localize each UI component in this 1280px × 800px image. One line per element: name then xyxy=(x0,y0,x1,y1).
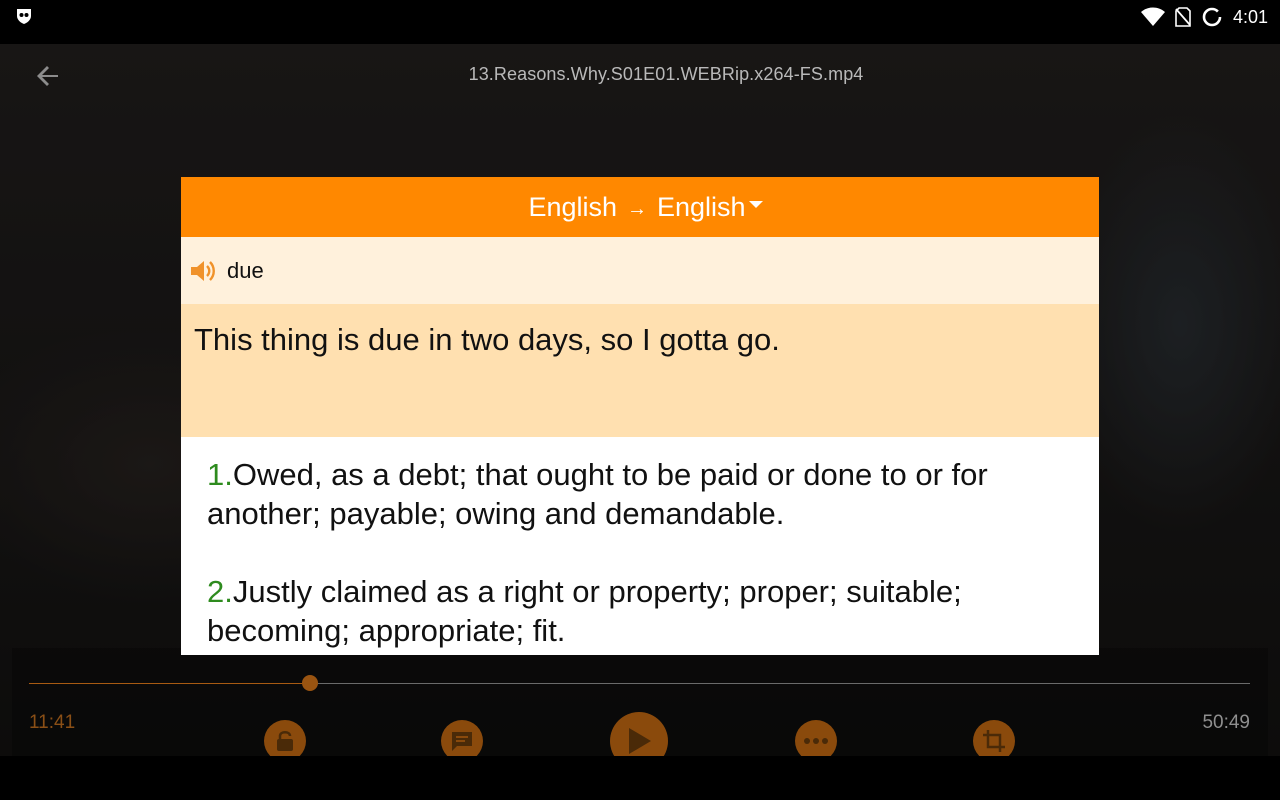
seek-bar-progress xyxy=(29,683,310,684)
definitions-list: 1.Owed, as a debt; that ought to be paid… xyxy=(181,437,1099,650)
seek-thumb[interactable] xyxy=(301,675,318,691)
definition-number: 1. xyxy=(207,457,233,492)
player-top-bar: 13.Reasons.Why.S01E01.WEBRip.x264-FS.mp4 xyxy=(0,44,1280,104)
current-time: 11:41 xyxy=(29,712,76,733)
source-language: English xyxy=(528,191,617,222)
definition-text: Justly claimed as a right or property; p… xyxy=(207,574,962,648)
dropdown-caret-icon[interactable] xyxy=(749,201,763,208)
subtitles-icon xyxy=(452,732,472,751)
video-file-title: 13.Reasons.Why.S01E01.WEBRip.x264-FS.mp4 xyxy=(468,64,864,84)
word-row: due xyxy=(181,237,1099,304)
context-sentence: This thing is due in two days, so I gott… xyxy=(181,304,1099,437)
clock: 4:01 xyxy=(1232,6,1268,27)
wifi-icon xyxy=(1140,7,1165,26)
definition-item: 2.Justly claimed as a right or property;… xyxy=(207,572,1079,650)
speaker-icon[interactable] xyxy=(189,256,219,286)
navigation-bar xyxy=(0,756,1280,800)
app-shield-icon xyxy=(17,9,31,24)
language-selector[interactable]: English → English xyxy=(181,177,1099,237)
definition-item: 1.Owed, as a debt; that ought to be paid… xyxy=(207,455,1079,533)
status-bar: 4:01 xyxy=(0,0,1280,44)
definition-text: Owed, as a debt; that ought to be paid o… xyxy=(207,457,988,531)
play-icon xyxy=(629,728,651,754)
total-time: 50:49 xyxy=(1202,712,1250,733)
crop-icon xyxy=(983,730,1005,752)
more-icon xyxy=(804,738,828,744)
definition-number: 2. xyxy=(207,574,233,609)
lock-icon xyxy=(277,731,293,751)
dictionary-popup: English → English due This thing is due … xyxy=(181,177,1099,655)
sync-icon xyxy=(1202,7,1222,27)
language-arrow: → xyxy=(627,197,647,220)
lookup-word: due xyxy=(227,257,264,283)
target-language: English xyxy=(657,191,746,222)
no-sim-icon xyxy=(1175,7,1191,27)
